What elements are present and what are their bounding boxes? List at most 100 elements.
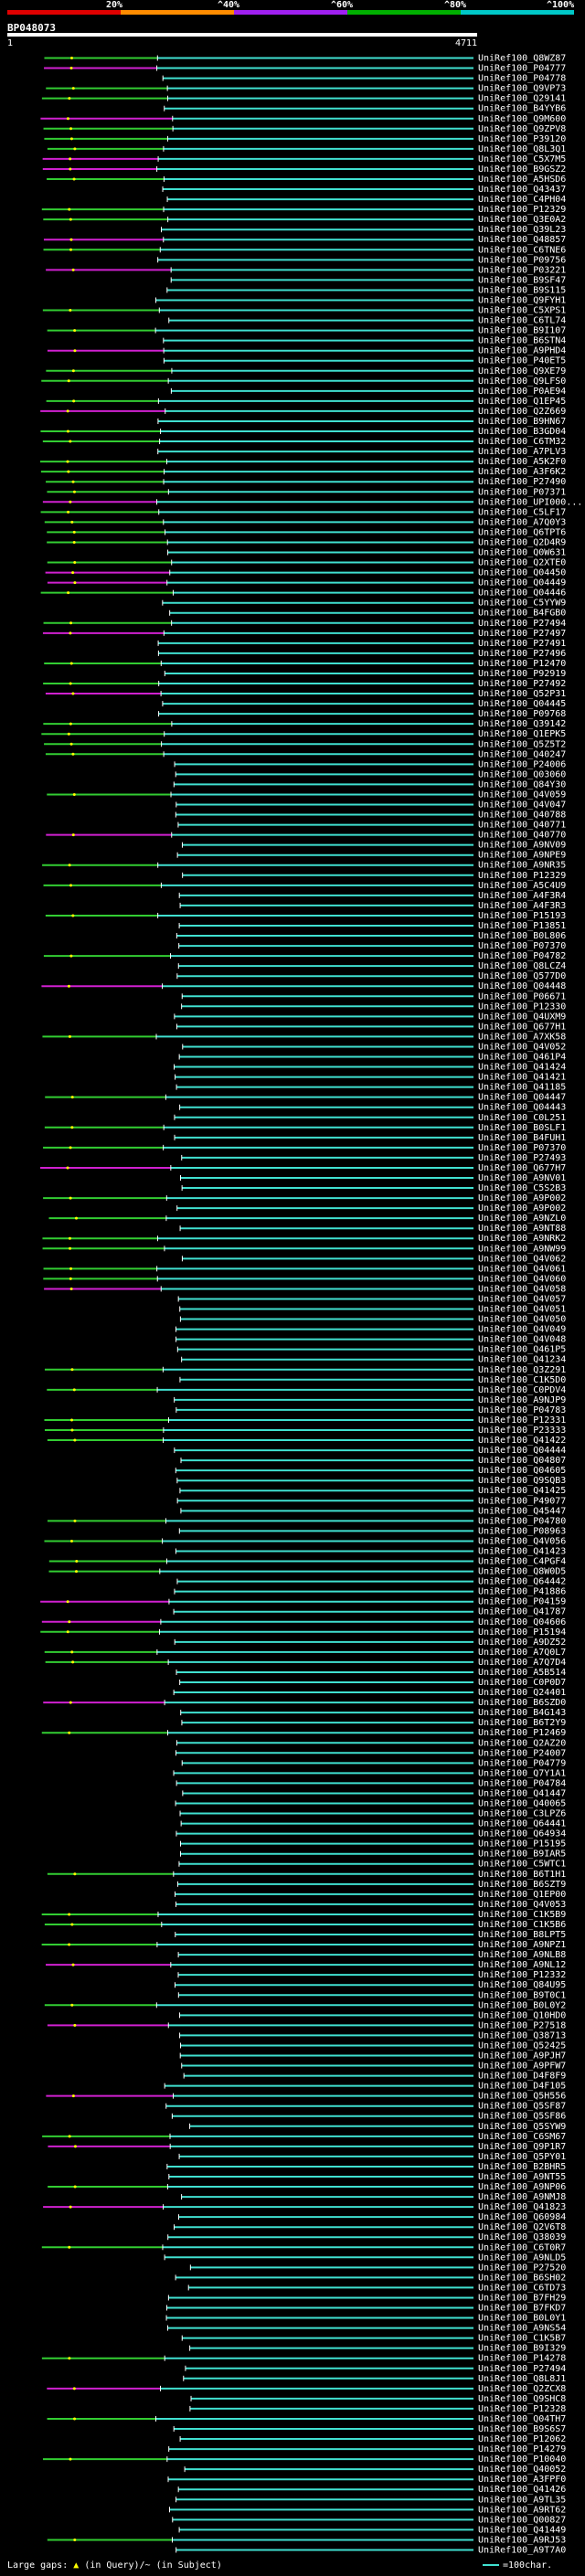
hit-label-link[interactable]: UniRef100_Q4V047 (478, 800, 566, 811)
hit-label-link[interactable]: UniRef100_Q60984 (478, 2212, 566, 2222)
hit-label-link[interactable]: UniRef100_Q41422 (478, 1436, 566, 1446)
hit-label-link[interactable]: UniRef100_Q5SF87 (478, 2102, 566, 2112)
hit-label-link[interactable]: UniRef100_P92919 (478, 669, 566, 679)
hit-label-link[interactable]: UniRef100_P14278 (478, 2354, 566, 2364)
hit-label-link[interactable]: UniRef100_Q4V048 (478, 1335, 566, 1345)
hit-label-link[interactable]: UniRef100_P12329 (478, 871, 566, 881)
hit-label-link[interactable]: UniRef100_Q38713 (478, 2030, 566, 2041)
hit-label-link[interactable]: UniRef100_A9NRK2 (478, 1234, 566, 1244)
hit-label-link[interactable]: UniRef100_Q39142 (478, 719, 566, 729)
hit-label-link[interactable]: UniRef100_Q04TH7 (478, 2414, 566, 2424)
hit-label-link[interactable]: UniRef100_A3FPF0 (478, 2475, 566, 2485)
hit-label-link[interactable]: UniRef100_P09756 (478, 255, 566, 265)
hit-label-link[interactable]: UniRef100_A9NJP9 (478, 1395, 566, 1405)
hit-label-link[interactable]: UniRef100_Q4V052 (478, 1042, 566, 1052)
hit-label-link[interactable]: UniRef100_Q4V059 (478, 790, 566, 800)
hit-label-link[interactable]: UniRef100_Q9XE79 (478, 366, 566, 376)
hit-label-link[interactable]: UniRef100_Q04443 (478, 1103, 566, 1113)
hit-label-link[interactable]: UniRef100_Q1EP45 (478, 397, 566, 407)
hit-label-link[interactable]: UniRef100_C6TNE6 (478, 245, 566, 255)
hit-label-link[interactable]: UniRef100_P24007 (478, 1748, 566, 1758)
hit-label-link[interactable]: UniRef100_P04778 (478, 74, 566, 84)
hit-label-link[interactable]: UniRef100_B2BHR5 (478, 2162, 566, 2172)
hit-label-link[interactable]: UniRef100_Q45447 (478, 1506, 566, 1516)
hit-label-link[interactable]: UniRef100_Q2V6T8 (478, 2222, 566, 2232)
hit-label-link[interactable]: UniRef100_P04782 (478, 951, 566, 961)
hit-label-link[interactable]: UniRef100_A7Q7D4 (478, 1658, 566, 1668)
hit-label-link[interactable]: UniRef100_A5K2F0 (478, 457, 566, 467)
hit-label-link[interactable]: UniRef100_Q577D0 (478, 971, 566, 981)
hit-label-link[interactable]: UniRef100_Q9FYH1 (478, 295, 566, 305)
hit-label-link[interactable]: UniRef100_C5YYW9 (478, 599, 566, 609)
hit-label-link[interactable]: UniRef100_C1K5B6 (478, 1920, 566, 1930)
hit-label-link[interactable]: UniRef100_C1K5D0 (478, 1375, 566, 1385)
hit-label-link[interactable]: UniRef100_Q41185 (478, 1083, 566, 1093)
hit-label-link[interactable]: UniRef100_Q4V062 (478, 1254, 566, 1264)
hit-label-link[interactable]: UniRef100_P12470 (478, 659, 566, 669)
hit-label-link[interactable]: UniRef100_A7Q0L7 (478, 1648, 566, 1658)
hit-label-link[interactable]: UniRef100_A9P002 (478, 1203, 566, 1214)
hit-label-link[interactable]: UniRef100_P41886 (478, 1587, 566, 1597)
hit-label-link[interactable]: UniRef100_Q8L8J1 (478, 2374, 566, 2384)
hit-label-link[interactable]: UniRef100_Q84U95 (478, 1980, 566, 1990)
hit-label-link[interactable]: UniRef100_A9P002 (478, 1193, 566, 1203)
hit-label-link[interactable]: UniRef100_P09768 (478, 709, 566, 719)
hit-label-link[interactable]: UniRef100_A9NR35 (478, 861, 566, 871)
hit-label-link[interactable]: UniRef100_Q9M600 (478, 114, 566, 124)
hit-label-link[interactable]: UniRef100_P12331 (478, 1415, 566, 1426)
hit-label-link[interactable]: UniRef100_P04779 (478, 1758, 566, 1768)
hit-label-link[interactable]: UniRef100_Q40770 (478, 831, 566, 841)
hit-label-link[interactable]: UniRef100_A9DZ52 (478, 1638, 566, 1648)
hit-label-link[interactable]: UniRef100_Q4UXM9 (478, 1012, 566, 1022)
hit-label-link[interactable]: UniRef100_A5HSD6 (478, 175, 566, 185)
hit-label-link[interactable]: UniRef100_P15194 (478, 1627, 566, 1638)
hit-label-link[interactable]: UniRef100_Q9SHC8 (478, 2394, 566, 2404)
hit-label-link[interactable]: UniRef100_B9HN67 (478, 417, 566, 427)
hit-label-link[interactable]: UniRef100_Q41823 (478, 2202, 566, 2212)
hit-label-link[interactable]: UniRef100_Q04446 (478, 588, 566, 599)
hit-label-link[interactable]: UniRef100_Q04605 (478, 1466, 566, 1476)
hit-label-link[interactable]: UniRef100_Q64934 (478, 1829, 566, 1839)
hit-label-link[interactable]: UniRef100_Q9LFS0 (478, 376, 566, 387)
hit-label-link[interactable]: UniRef100_Q40247 (478, 749, 566, 759)
hit-label-link[interactable]: UniRef100_A4F3R4 (478, 891, 566, 901)
hit-label-link[interactable]: UniRef100_Q461P4 (478, 1053, 566, 1063)
hit-label-link[interactable]: UniRef100_Q2D4R9 (478, 537, 566, 547)
hit-label-link[interactable]: UniRef100_B9IAR5 (478, 1850, 566, 1860)
hit-label-link[interactable]: UniRef100_P04777 (478, 64, 566, 74)
hit-label-link[interactable]: UniRef100_B6SZT9 (478, 1880, 566, 1890)
hit-label-link[interactable]: UniRef100_Q9VP73 (478, 84, 566, 94)
hit-label-link[interactable]: UniRef100_P24006 (478, 759, 566, 769)
hit-label-link[interactable]: UniRef100_Q7Y1A1 (478, 1768, 566, 1778)
hit-label-link[interactable]: UniRef100_C5WTC1 (478, 1860, 566, 1870)
hit-label-link[interactable]: UniRef100_P03221 (478, 265, 566, 275)
hit-label-link[interactable]: UniRef100_A7PLV3 (478, 447, 566, 457)
hit-label-link[interactable]: UniRef100_C6TM32 (478, 437, 566, 447)
hit-label-link[interactable]: UniRef100_D4F8F9 (478, 2072, 566, 2082)
hit-label-link[interactable]: UniRef100_P39120 (478, 134, 566, 144)
hit-label-link[interactable]: UniRef100_C1K5B9 (478, 1910, 566, 1920)
hit-label-link[interactable]: UniRef100_A9NZL0 (478, 1214, 566, 1224)
hit-label-link[interactable]: UniRef100_Q04448 (478, 981, 566, 991)
hit-label-link[interactable]: UniRef100_Q41423 (478, 1546, 566, 1556)
hit-label-link[interactable]: UniRef100_Q2Z669 (478, 407, 566, 417)
hit-label-link[interactable]: UniRef100_Q677H1 (478, 1022, 566, 1032)
hit-label-link[interactable]: UniRef100_Q4V057 (478, 1294, 566, 1304)
hit-label-link[interactable]: UniRef100_A9NW99 (478, 1244, 566, 1254)
hit-label-link[interactable]: UniRef100_Q5SYW9 (478, 2122, 566, 2132)
hit-label-link[interactable]: UniRef100_B7FKD7 (478, 2304, 566, 2314)
hit-label-link[interactable]: UniRef100_Q677H7 (478, 1163, 566, 1173)
hit-label-link[interactable]: UniRef100_P27520 (478, 2263, 566, 2273)
hit-label-link[interactable]: UniRef100_Q41424 (478, 1063, 566, 1073)
hit-label-link[interactable]: UniRef100_A9RJ53 (478, 2535, 566, 2545)
hit-label-link[interactable]: UniRef100_B0L806 (478, 931, 566, 941)
hit-label-link[interactable]: UniRef100_B0L0Y2 (478, 2000, 566, 2010)
hit-label-link[interactable]: UniRef100_Q6TPT6 (478, 527, 566, 537)
hit-label-link[interactable]: UniRef100_Q41234 (478, 1355, 566, 1365)
hit-label-link[interactable]: UniRef100_A5C4U9 (478, 881, 566, 891)
hit-label-link[interactable]: UniRef100_Q40052 (478, 2465, 566, 2475)
hit-label-link[interactable]: UniRef100_Q4V049 (478, 1325, 566, 1335)
hit-label-link[interactable]: UniRef100_B4FGB0 (478, 609, 566, 619)
hit-label-link[interactable]: UniRef100_Q40771 (478, 821, 566, 831)
hit-label-link[interactable]: UniRef100_A9NL12 (478, 1960, 566, 1970)
